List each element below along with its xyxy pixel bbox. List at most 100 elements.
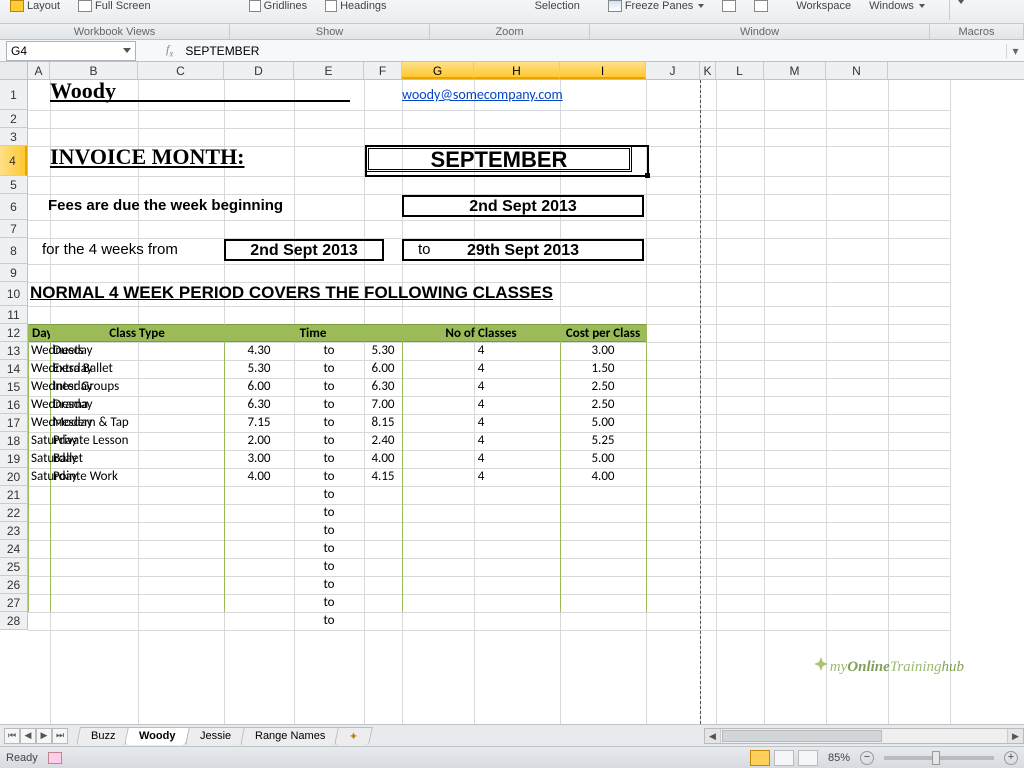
cell[interactable]: 4.00 [560,468,646,486]
cell[interactable]: Woody [50,82,350,102]
cell[interactable]: Pointe Work [53,468,118,486]
table-header[interactable]: Cost per Class [560,324,646,342]
row-header[interactable]: 20 [0,468,27,486]
cell[interactable]: 4.30 [224,342,294,360]
gridlines-toggle[interactable]: Gridlines [249,0,307,12]
zoom-selection-button[interactable]: Selection [535,0,580,12]
cell[interactable]: 4 [402,396,560,414]
fullscreen-button[interactable]: Full Screen [78,0,151,12]
cell[interactable]: 1.50 [560,360,646,378]
horizontal-scrollbar[interactable]: ◀ ▶ [704,728,1024,744]
table-header[interactable]: No of Classes [402,324,560,342]
row-headers[interactable]: 1234567891011121314151617181920212223242… [0,80,28,630]
cell[interactable]: for the 4 weeks from [42,241,178,259]
cell[interactable]: Inter Groups [53,378,119,396]
save-workspace-button[interactable]: Workspace [796,0,851,12]
row-header[interactable]: 11 [0,306,27,324]
row-header[interactable]: 26 [0,576,27,594]
cell[interactable]: to [294,432,364,450]
cell[interactable]: 5.00 [560,414,646,432]
row-header[interactable]: 28 [0,612,27,630]
cell[interactable]: 2.00 [224,432,294,450]
row-header[interactable]: 9 [0,264,27,282]
row-header[interactable]: 10 [0,282,27,306]
cell[interactable]: 3.00 [560,342,646,360]
row-header[interactable]: 6 [0,194,27,220]
column-header[interactable]: M [764,62,826,79]
row-header[interactable]: 8 [0,238,27,264]
cell[interactable]: NORMAL 4 WEEK PERIOD COVERS THE FOLLOWIN… [30,284,553,302]
row-header[interactable]: 4 [0,146,27,176]
name-box[interactable]: G4 [6,41,136,61]
cell[interactable]: to [294,558,364,576]
column-header[interactable]: A [28,62,50,79]
row-header[interactable]: 3 [0,128,27,146]
column-header[interactable]: L [716,62,764,79]
cell[interactable]: 3.00 [224,450,294,468]
cell[interactable]: 5.30 [364,342,402,360]
tab-nav-first[interactable]: ⏮ [4,728,20,744]
cell[interactable]: to [294,378,364,396]
cell[interactable]: 6.00 [224,378,294,396]
row-header[interactable]: 17 [0,414,27,432]
normal-view-button[interactable] [750,750,770,766]
cell[interactable]: to [294,612,364,630]
row-header[interactable]: 23 [0,522,27,540]
cell[interactable]: to [294,396,364,414]
cell[interactable]: to [294,522,364,540]
column-headers[interactable]: ABCDEFGHIJKLMN [28,62,1024,80]
column-header[interactable]: D [224,62,294,79]
scroll-thumb[interactable] [722,730,882,742]
cell[interactable]: Modern & Tap [53,414,129,432]
switch-windows-button[interactable]: Windows [869,0,925,12]
row-header[interactable]: 25 [0,558,27,576]
cell[interactable]: 2nd Sept 2013 [224,239,384,261]
row-header[interactable]: 27 [0,594,27,612]
email-link[interactable]: woody@somecompany.com [402,86,563,104]
scroll-left-button[interactable]: ◀ [705,729,721,743]
cell[interactable]: Fees are due the week beginning [48,197,283,215]
cell[interactable]: 4.00 [224,468,294,486]
cell[interactable]: SEPTEMBER [366,146,632,172]
fx-icon[interactable]: fx [166,42,173,58]
cell[interactable]: to [294,414,364,432]
cell[interactable]: 5.25 [560,432,646,450]
zoom-slider[interactable] [884,756,994,760]
column-header[interactable]: G [402,62,474,79]
tab-nav-next[interactable]: ▶ [36,728,52,744]
row-header[interactable]: 21 [0,486,27,504]
tab-nav-last[interactable]: ⏭ [52,728,68,744]
cell[interactable]: to [294,504,364,522]
row-header[interactable]: 19 [0,450,27,468]
row-header[interactable]: 1 [0,80,27,110]
macros-button[interactable] [956,0,964,4]
zoom-out-button[interactable]: − [860,751,874,765]
hide-button[interactable] [754,0,768,12]
cell[interactable]: 2.50 [560,378,646,396]
row-header[interactable]: 24 [0,540,27,558]
cell[interactable]: 4 [402,342,560,360]
row-header[interactable]: 7 [0,220,27,238]
cell[interactable]: to [294,594,364,612]
cell[interactable]: 6.00 [364,360,402,378]
column-header[interactable]: I [560,62,646,79]
cell[interactable]: 6.30 [224,396,294,414]
cell[interactable]: INVOICE MONTH: [50,148,245,166]
column-header[interactable]: C [138,62,224,79]
row-header[interactable]: 5 [0,176,27,194]
macro-record-icon[interactable] [48,752,62,764]
new-sheet-button[interactable]: ✦ [335,727,374,745]
select-all-corner[interactable] [0,62,28,80]
row-header[interactable]: 16 [0,396,27,414]
row-header[interactable]: 22 [0,504,27,522]
cell[interactable]: 2.40 [364,432,402,450]
page-break-view-button[interactable] [798,750,818,766]
cell[interactable]: Duets [53,342,84,360]
cell[interactable]: to [294,576,364,594]
cell[interactable]: Drama [53,396,88,414]
cell[interactable]: 4 [402,450,560,468]
cell[interactable]: 7.15 [224,414,294,432]
cell[interactable]: to [294,486,364,504]
page-layout-button[interactable]: Layout [10,0,60,12]
cell[interactable]: to [294,468,364,486]
